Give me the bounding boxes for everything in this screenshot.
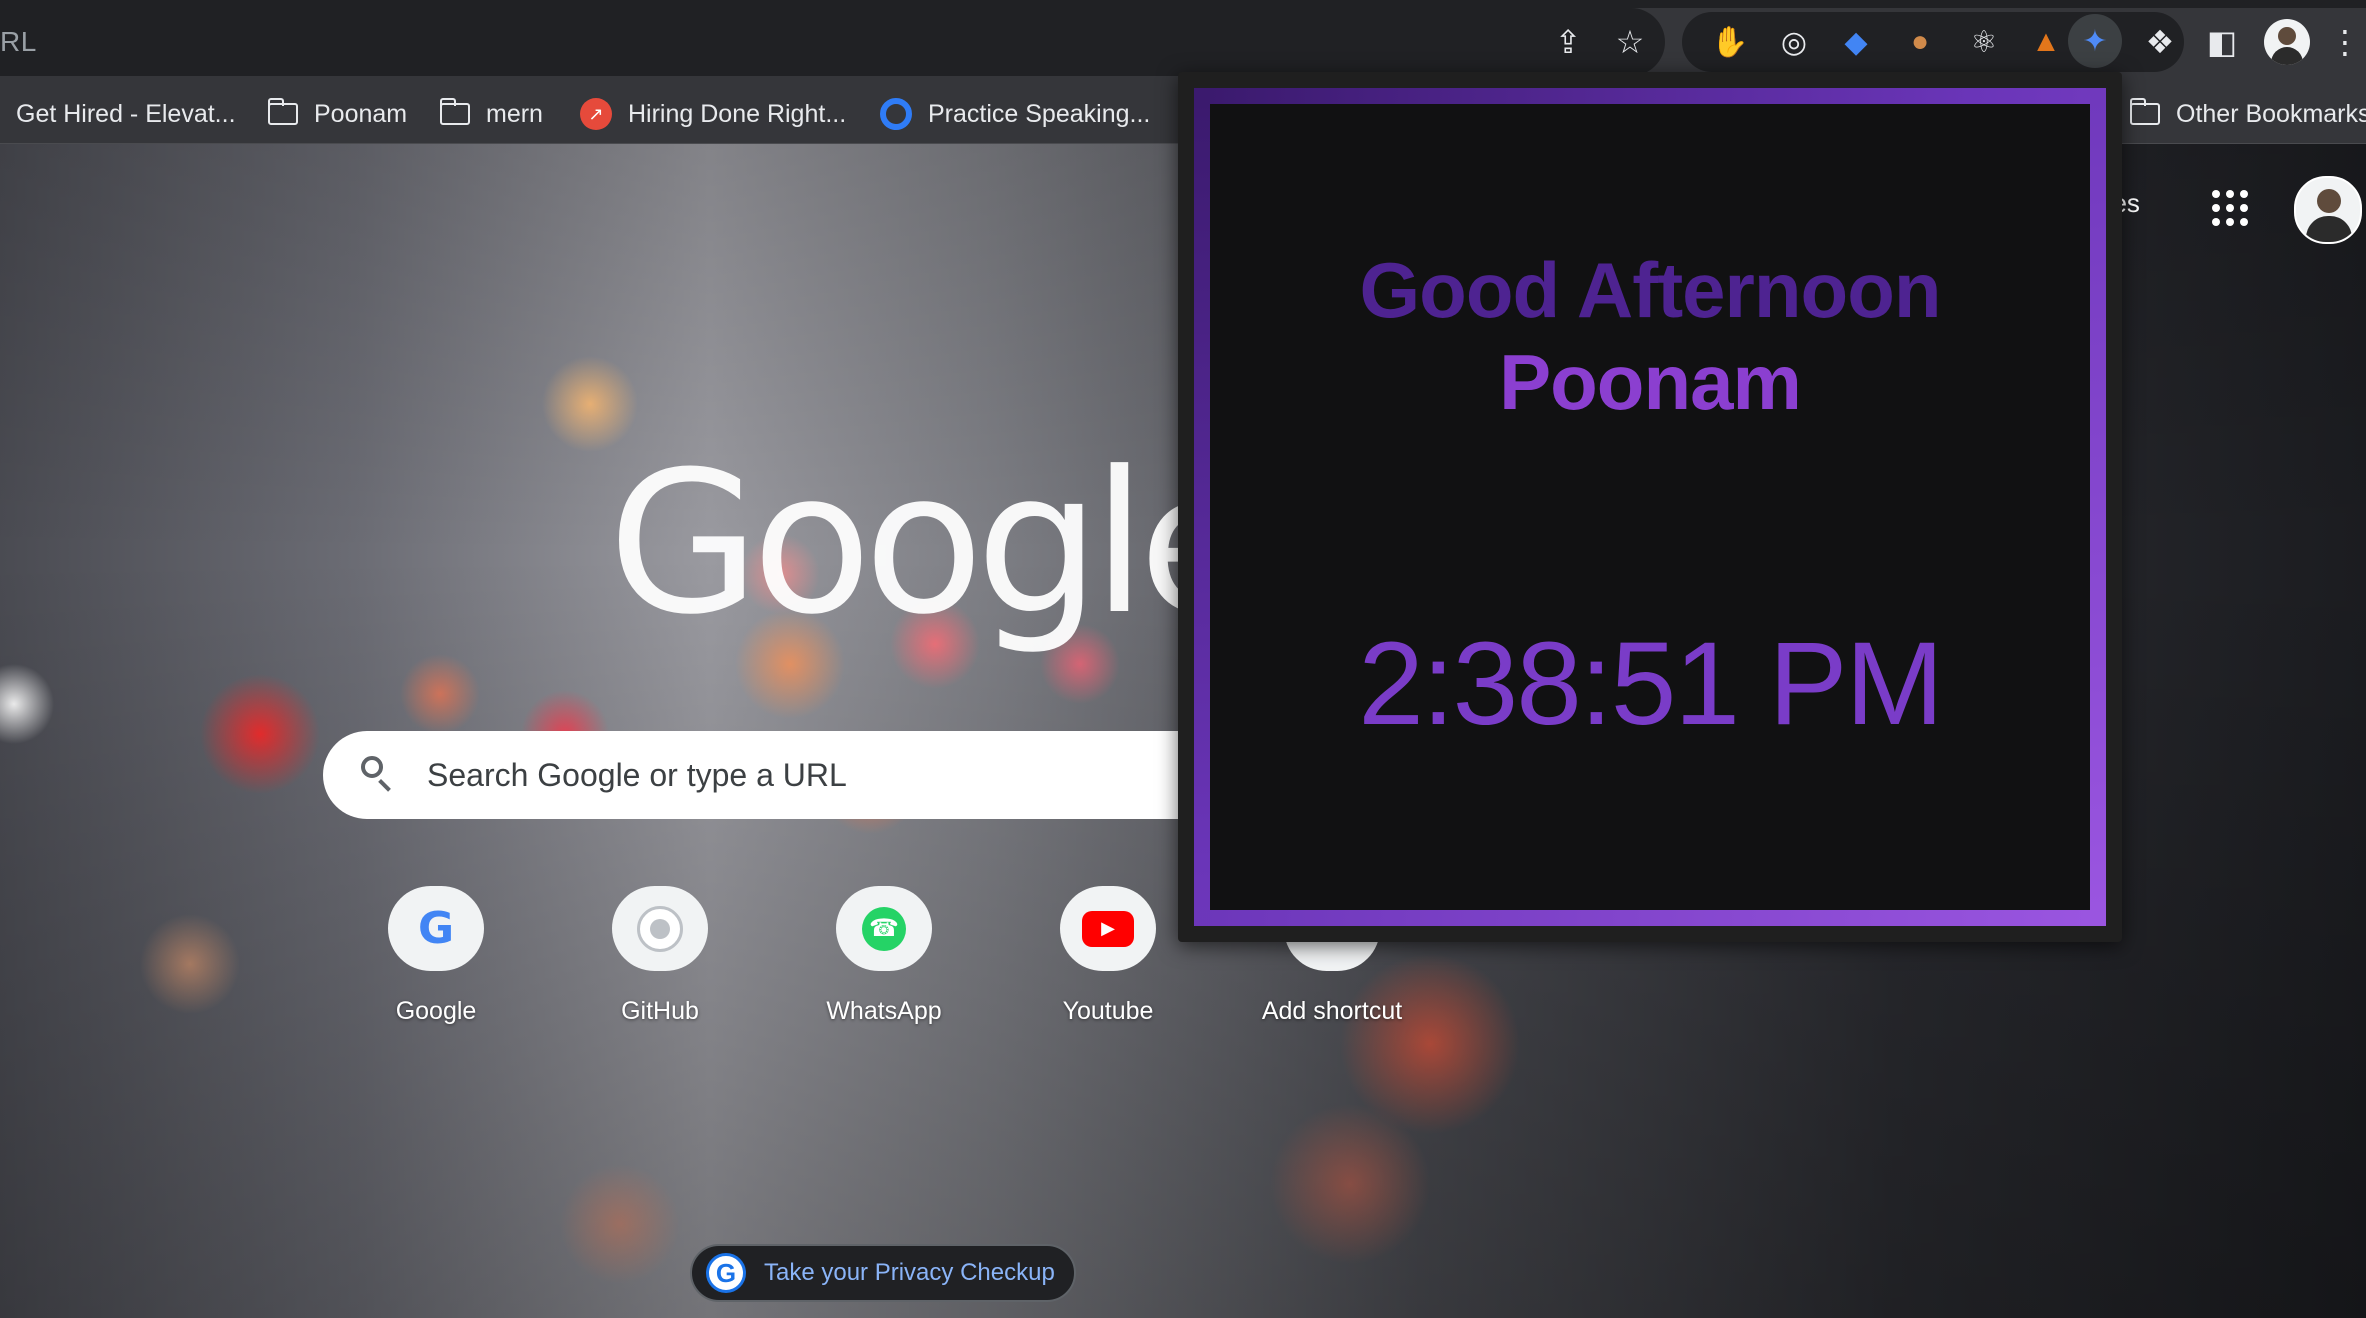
puzzle-icon[interactable]: ❖ [2138,20,2182,64]
avatar-body [2271,47,2303,65]
whatsapp-icon: ☎ [862,906,906,951]
shortcut-tile: ☎ [836,886,932,971]
shortcut-whatsapp[interactable]: ☎ WhatsApp [794,886,974,1026]
react-atom-icon[interactable]: ⚛ [1964,22,2004,62]
rocket-favicon-icon: ↗ [580,98,612,130]
folder-icon [2129,98,2160,125]
google-g-icon: G [417,903,455,954]
shortcut-label: GitHub [621,997,699,1025]
avatar-body [2306,216,2352,242]
bookmark-label: Practice Speaking... [928,99,1151,128]
shortcut-github[interactable]: GitHub [570,886,750,1026]
shortcut-label: Add shortcut [1261,997,1403,1025]
bookmark-star-icon[interactable]: ☆ [1610,22,1650,62]
folder-icon [267,98,298,125]
google-g-icon: G [706,1253,746,1293]
search-icon [361,756,383,778]
search-input[interactable]: Search Google or type a URL [427,731,847,819]
active-extension-button[interactable]: ✦ [2068,14,2122,68]
account-avatar[interactable] [2294,176,2362,244]
github-icon [637,905,683,952]
avatar-head [2278,27,2296,45]
greeting-card: Good Afternoon Poonam 2:38:51 PM [1194,88,2106,926]
cookie-icon[interactable]: ● [1900,22,1940,62]
shortcut-label: WhatsApp [826,997,942,1025]
bookmark-folder-mern[interactable]: mern [439,85,543,143]
puzzle-extension-active-icon[interactable]: ✦ [2075,21,2115,61]
share-icon[interactable]: ⇪ [1548,22,1588,62]
side-panel-icon[interactable]: ◧ [2200,20,2244,64]
address-bar[interactable]: RL ⇪ ☆ [0,8,1665,76]
bookmark-hiring-done-right[interactable]: ↗ Hiring Done Right... [580,85,846,143]
shortcut-label: Youtube [1062,997,1154,1025]
greeting-salutation: Good Afternoon [1359,246,1942,334]
extension-popup: Good Afternoon Poonam 2:38:51 PM [1178,72,2122,942]
clock-time: 2:38:51 PM [1358,618,1943,750]
bookmark-label: Get Hired - Elevat... [16,99,236,128]
avatar-head [2317,189,2341,213]
address-bar-text[interactable]: RL [0,8,37,76]
bookmark-label: mern [486,99,543,128]
bookmark-label: Poonam [314,99,408,128]
folder-icon [439,98,470,125]
metamask-fox-icon[interactable]: ▲ [2026,22,2066,62]
youtube-play-icon: ▶ [1082,910,1134,947]
privacy-checkup-label: Take your Privacy Checkup [764,1259,1055,1286]
tag-icon[interactable]: ◆ [1836,22,1876,62]
shortcut-tile: ▶ [1060,886,1156,971]
bookmark-folder-poonam[interactable]: Poonam [267,85,408,143]
search-box[interactable]: Search Google or type a URL [323,731,1323,819]
google-logo: Google [608,430,1259,658]
profile-avatar[interactable] [2264,19,2310,65]
bookmark-label: Hiring Done Right... [628,99,847,128]
shortcut-tile: G [388,886,484,971]
privacy-checkup-chip[interactable]: G Take your Privacy Checkup [690,1244,1076,1302]
shortcut-tile [612,886,708,971]
ring-favicon-icon [880,98,912,130]
bookmark-practice-speaking[interactable]: Practice Speaking... [880,85,1150,143]
bookmark-get-hired[interactable]: Get Hired - Elevat... [16,85,236,143]
bookmark-other-bookmarks[interactable]: Other Bookmarks [2129,85,2366,143]
adblock-hand-icon[interactable]: ✋ [1710,22,1750,62]
greeting: Good Afternoon Poonam [1210,244,2090,428]
google-apps-icon[interactable] [2212,190,2248,226]
bookmark-label: Other Bookmarks [2176,99,2366,128]
kebab-menu-icon[interactable]: ⋮ [2329,20,2361,64]
shortcut-label: Google [395,997,477,1025]
greeting-username: Poonam [1499,338,1802,426]
shortcut-google[interactable]: G Google [346,886,526,1026]
shortcut-youtube[interactable]: ▶ Youtube [1018,886,1198,1026]
target-ring-icon[interactable]: ◎ [1774,22,1814,62]
